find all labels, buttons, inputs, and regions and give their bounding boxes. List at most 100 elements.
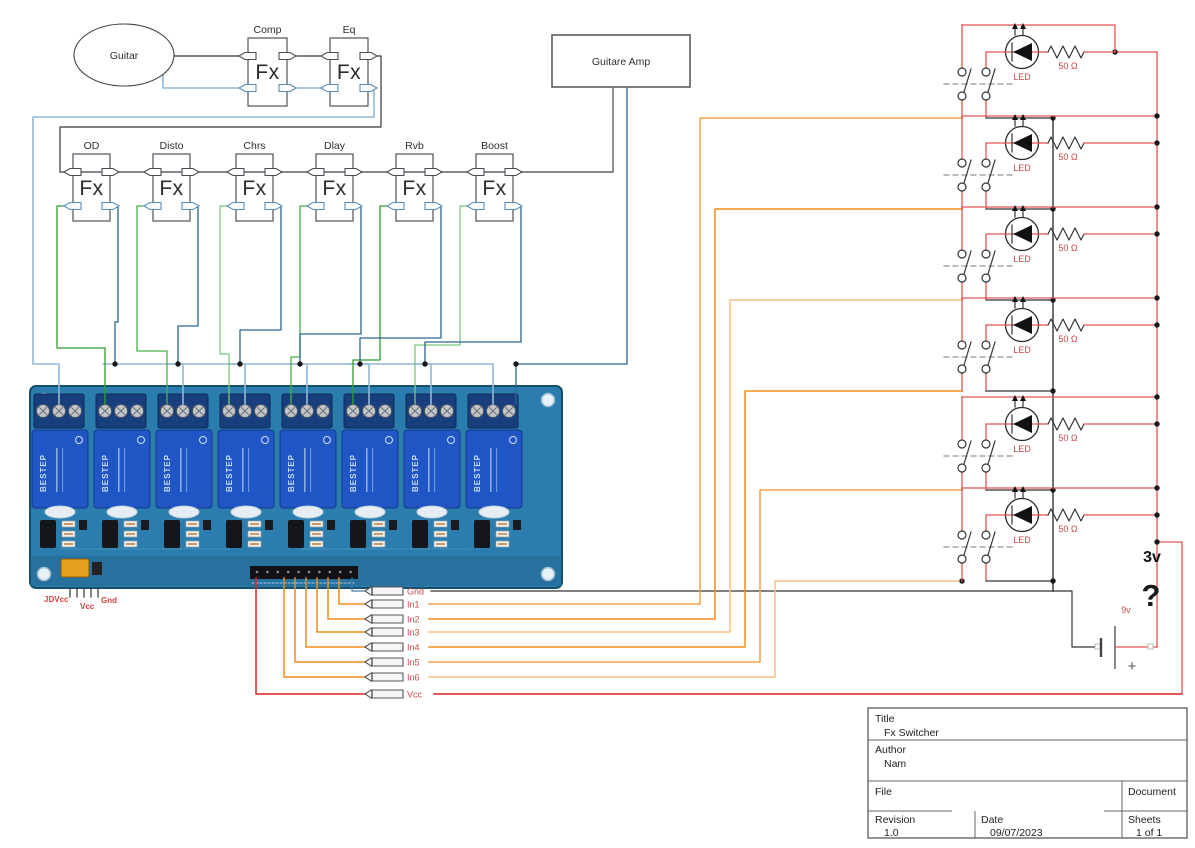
cable-lug-icon	[364, 657, 404, 667]
io-connector-gnd: Gnd	[364, 586, 424, 597]
relay-tab-cutout	[168, 505, 200, 519]
io-connector-in6: In6	[364, 672, 420, 683]
arrow-head	[1020, 395, 1026, 401]
author-field-label: Author	[875, 744, 906, 756]
cable-lug-icon	[364, 599, 404, 609]
io-connector-in4: In4	[364, 642, 420, 653]
guitar-symbol: Guitar	[73, 23, 175, 87]
optocoupler-chip	[350, 520, 366, 548]
fx-glyph: Fx	[402, 177, 426, 200]
guitar-amp-box: Guitare Amp	[551, 34, 691, 88]
io-connector-in2: In2	[364, 614, 420, 625]
wire-row2-bus-to-amp	[59, 87, 614, 173]
fx-glyph: Fx	[337, 61, 361, 84]
resistor-value-label: 50 Ω	[1058, 152, 1078, 162]
switch-contact	[957, 91, 967, 101]
relay-print-line	[372, 448, 374, 492]
switch-contact	[981, 273, 991, 283]
relay-print-line	[118, 448, 120, 492]
jack-plug-icon	[424, 167, 444, 177]
jack-plug-icon	[319, 83, 339, 93]
relay-tab-cutout	[230, 505, 262, 519]
switch-contact	[981, 67, 991, 77]
jack-plug-icon	[237, 83, 257, 93]
resistor-value-label: 50 Ω	[1058, 334, 1078, 344]
switch-contact	[981, 340, 991, 350]
battery-voltage-label: 9v	[1121, 605, 1131, 615]
wire-send-chrs	[219, 205, 230, 405]
connector-label: In4	[407, 643, 420, 653]
switch-contact	[957, 340, 967, 350]
resistor-value-label: 50 Ω	[1058, 243, 1078, 253]
transistor	[141, 520, 149, 530]
switch-contact	[957, 463, 967, 473]
jack-plug-icon	[101, 167, 121, 177]
fx-box-title: OD	[84, 140, 100, 152]
fx-box-boost: Boost Fx	[465, 140, 524, 222]
jack-plug-icon	[278, 51, 298, 61]
title-field-label: Title	[875, 713, 895, 725]
relay-tab-cutout	[292, 505, 324, 519]
connector-label: In5	[407, 658, 420, 668]
led-label: LED	[1013, 535, 1031, 545]
wire-send-disto	[136, 205, 168, 405]
arrow-head	[1012, 205, 1018, 211]
guitar-amp-label: Guitare Amp	[592, 56, 651, 68]
junction-dot	[1154, 231, 1160, 237]
jack-plug-icon	[385, 167, 405, 177]
relay-brand-label: BESTEP	[225, 454, 234, 492]
transistor	[203, 520, 211, 530]
jack-plug-icon	[225, 201, 245, 211]
led-label: LED	[1013, 254, 1031, 264]
relay-tab-cutout	[416, 505, 448, 519]
wire-return-long	[32, 87, 375, 405]
jack-plug-icon	[101, 201, 121, 211]
led-switch-unit: LED 50 Ω	[943, 295, 1160, 394]
wire-return-dlay	[299, 205, 362, 365]
connector-label: In3	[407, 628, 420, 638]
relay-print-line	[242, 448, 244, 492]
relay-brand-label: BESTEP	[349, 454, 358, 492]
fx-box-title: Boost	[481, 140, 508, 152]
fx-glyph: Fx	[482, 177, 506, 200]
switch-contact	[957, 158, 967, 168]
relay-print-line	[62, 448, 64, 492]
io-connector-vcc: Vcc	[364, 689, 423, 700]
led-label: LED	[1013, 444, 1031, 454]
led-label: LED	[1013, 345, 1031, 355]
fx-box-comp: Comp Fx	[237, 24, 298, 107]
jack-plug-icon	[142, 167, 162, 177]
switch-contact	[981, 439, 991, 449]
junction-dot	[1154, 512, 1160, 518]
switch-right-riser	[985, 233, 1006, 251]
battery-terminal-plus	[1147, 643, 1154, 650]
jack-plug-icon	[344, 167, 364, 177]
revision-value: 1.0	[884, 827, 899, 839]
switch-right-riser	[985, 514, 1006, 532]
jack-plug-icon	[465, 201, 485, 211]
relay-print-line	[56, 448, 58, 492]
junction-dot	[1154, 394, 1160, 400]
arrow-head	[1012, 296, 1018, 302]
arrow-head	[1020, 205, 1026, 211]
optocoupler-chip	[412, 520, 428, 548]
led-switch-unit: LED 50 Ω	[943, 23, 1116, 121]
wire-amp-return	[515, 86, 628, 405]
jack-plug-icon	[142, 201, 162, 211]
jack-plug-icon	[62, 167, 82, 177]
switch-contact	[957, 439, 967, 449]
jdvcc-label: JDVcc	[44, 595, 69, 604]
jack-plug-icon	[424, 201, 444, 211]
connector-label: In6	[407, 673, 420, 683]
relay-brand-label: BESTEP	[39, 454, 48, 492]
switch-right-riser	[985, 324, 1006, 342]
fx-box-rvb: Rvb Fx	[385, 140, 444, 222]
switch-contact	[957, 273, 967, 283]
wire-send-dlay	[290, 205, 309, 405]
switch-contact	[981, 364, 991, 374]
jack-plug-icon	[504, 201, 524, 211]
jack-plug-icon	[344, 201, 364, 211]
junction-dot	[513, 361, 519, 367]
relay-brand-label: BESTEP	[101, 454, 110, 492]
switch-contact	[957, 530, 967, 540]
